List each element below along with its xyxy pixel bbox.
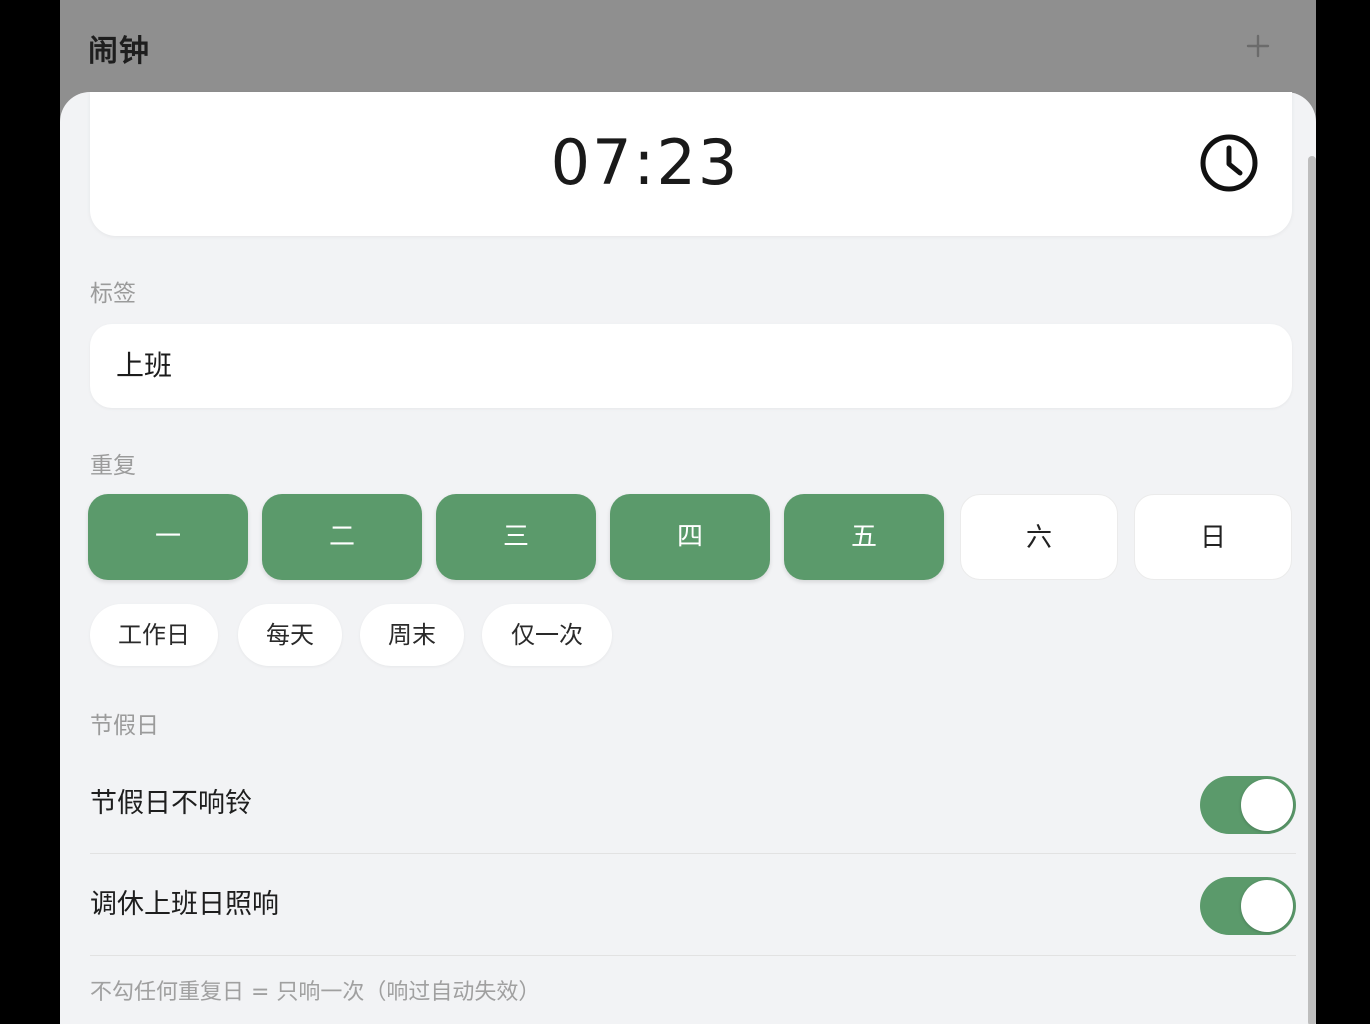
- plus-icon: [1246, 34, 1270, 58]
- alarm-edit-sheet: 07:23 标签 上班 重复 一 二 三 四 五 六 日 工作日 每天 周末 仅…: [60, 92, 1316, 1024]
- day-thu-button[interactable]: 四: [610, 494, 770, 580]
- holiday-silent-row: 节假日不响铃: [90, 754, 1296, 854]
- day-mon-button[interactable]: 一: [88, 494, 248, 580]
- holiday-silent-toggle[interactable]: [1200, 776, 1296, 834]
- day-tue-button[interactable]: 二: [262, 494, 422, 580]
- toggle-knob: [1241, 779, 1293, 831]
- alarm-app: 闹钟 07:23 标签 上班 重复 一 二 三 四 五 六 日 工作日 每天 周…: [60, 0, 1316, 1024]
- label-section-title: 标签: [90, 281, 136, 307]
- holiday-silent-label: 节假日不响铃: [90, 788, 252, 819]
- repeat-hint-text: 不勾任何重复日 = 只响一次（响过自动失效）: [90, 980, 541, 1005]
- preset-workdays-button[interactable]: 工作日: [90, 604, 218, 666]
- header: 闹钟: [60, 0, 1316, 92]
- scrollbar[interactable]: [1308, 156, 1316, 1024]
- repeat-section-title: 重复: [90, 453, 136, 479]
- holiday-section-title: 节假日: [90, 713, 159, 739]
- toggle-knob: [1241, 880, 1293, 932]
- weekday-selector: 一 二 三 四 五 六 日: [88, 494, 1294, 582]
- day-sat-button[interactable]: 六: [960, 494, 1118, 580]
- preset-weekend-button[interactable]: 周末: [360, 604, 464, 666]
- makeup-workday-label: 调休上班日照响: [90, 889, 279, 920]
- preset-everyday-button[interactable]: 每天: [238, 604, 342, 666]
- page-title: 闹钟: [88, 34, 150, 69]
- preset-once-button[interactable]: 仅一次: [482, 604, 612, 666]
- add-alarm-button[interactable]: [1238, 26, 1278, 66]
- day-wed-button[interactable]: 三: [436, 494, 596, 580]
- makeup-workday-toggle[interactable]: [1200, 877, 1296, 935]
- day-fri-button[interactable]: 五: [784, 494, 944, 580]
- label-input[interactable]: 上班: [90, 324, 1292, 408]
- repeat-presets: 工作日 每天 周末 仅一次: [90, 604, 990, 668]
- divider: [90, 853, 1296, 854]
- day-sun-button[interactable]: 日: [1134, 494, 1292, 580]
- alarm-time[interactable]: 07:23: [90, 126, 1200, 199]
- time-card[interactable]: 07:23: [90, 92, 1292, 236]
- divider: [90, 955, 1296, 956]
- makeup-workday-row: 调休上班日照响: [90, 855, 1296, 955]
- clock-icon[interactable]: [1198, 132, 1260, 194]
